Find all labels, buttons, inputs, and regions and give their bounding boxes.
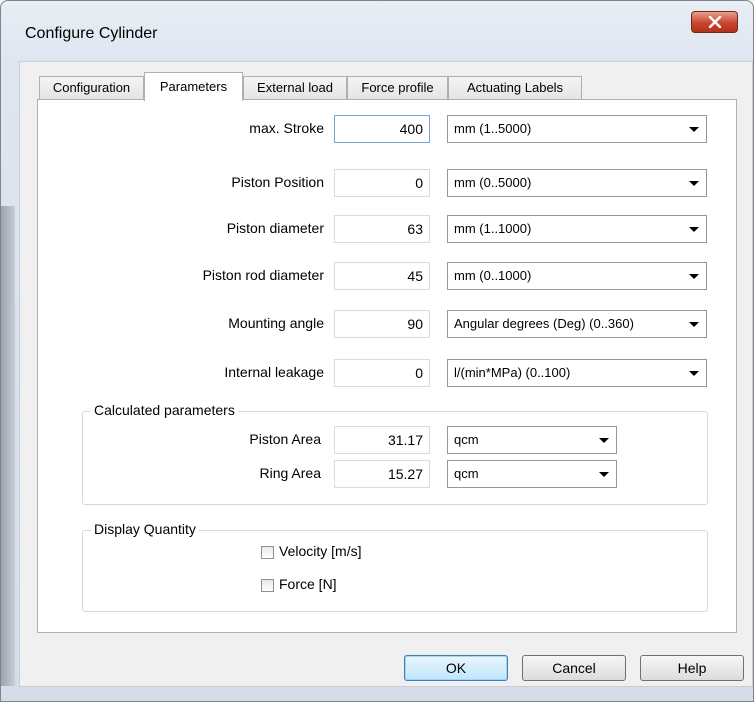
cancel-button[interactable]: Cancel bbox=[522, 655, 626, 681]
dialog-window: Configure Cylinder Configuration Paramet… bbox=[0, 0, 754, 702]
internal-leakage-label: Internal leakage bbox=[224, 364, 324, 380]
close-button[interactable] bbox=[691, 11, 738, 33]
calculated-parameters-title: Calculated parameters bbox=[91, 402, 238, 418]
piston-diameter-unit-select[interactable]: mm (1..1000) bbox=[447, 215, 707, 243]
force-label[interactable]: Force [N] bbox=[279, 576, 337, 592]
piston-position-label: Piston Position bbox=[231, 174, 324, 190]
ring-area-label: Ring Area bbox=[259, 465, 321, 481]
velocity-checkbox[interactable] bbox=[261, 546, 274, 559]
max-stroke-unit-value: mm (1..5000) bbox=[454, 121, 532, 136]
force-checkbox[interactable] bbox=[261, 579, 274, 592]
piston-area-unit-select[interactable]: qcm bbox=[447, 426, 617, 454]
tab-actuating-labels[interactable]: Actuating Labels bbox=[448, 76, 582, 100]
chevron-down-icon bbox=[599, 438, 609, 443]
mounting-angle-unit-value: Angular degrees (Deg) (0..360) bbox=[454, 316, 634, 331]
piston-rod-diameter-unit-value: mm (0..1000) bbox=[454, 268, 532, 283]
velocity-label[interactable]: Velocity [m/s] bbox=[279, 543, 361, 559]
tab-force-profile[interactable]: Force profile bbox=[347, 76, 448, 100]
tab-configuration[interactable]: Configuration bbox=[39, 76, 144, 100]
chevron-down-icon bbox=[689, 227, 699, 232]
display-quantity-group: Display Quantity Velocity [m/s] Force [N… bbox=[82, 521, 708, 612]
piston-area-unit-value: qcm bbox=[454, 432, 479, 447]
piston-area-value: 31.17 bbox=[334, 426, 430, 454]
max-stroke-label: max. Stroke bbox=[249, 120, 324, 136]
chevron-down-icon bbox=[599, 472, 609, 477]
parameters-panel: max. Stroke 400 mm (1..5000) Piston Posi… bbox=[37, 99, 737, 633]
ring-area-unit-value: qcm bbox=[454, 466, 479, 481]
chevron-down-icon bbox=[689, 371, 699, 376]
piston-rod-diameter-unit-select[interactable]: mm (0..1000) bbox=[447, 262, 707, 290]
piston-area-label: Piston Area bbox=[249, 431, 321, 447]
help-button[interactable]: Help bbox=[640, 655, 744, 681]
internal-leakage-unit-select[interactable]: l/(min*MPa) (0..100) bbox=[447, 359, 707, 387]
piston-position-unit-value: mm (0..5000) bbox=[454, 175, 532, 190]
ring-area-unit-select[interactable]: qcm bbox=[447, 460, 617, 488]
mounting-angle-input[interactable]: 90 bbox=[334, 310, 430, 338]
piston-position-unit-select[interactable]: mm (0..5000) bbox=[447, 169, 707, 197]
chevron-down-icon bbox=[689, 274, 699, 279]
piston-rod-diameter-input[interactable]: 45 bbox=[334, 262, 430, 290]
max-stroke-unit-select[interactable]: mm (1..5000) bbox=[447, 115, 707, 143]
max-stroke-input[interactable]: 400 bbox=[334, 115, 430, 143]
piston-diameter-unit-value: mm (1..1000) bbox=[454, 221, 532, 236]
chevron-down-icon bbox=[689, 322, 699, 327]
piston-diameter-input[interactable]: 63 bbox=[334, 215, 430, 243]
chevron-down-icon bbox=[689, 181, 699, 186]
window-frame-left bbox=[1, 206, 15, 686]
dialog-client-area: Configuration Parameters External load F… bbox=[19, 61, 753, 687]
piston-position-input[interactable]: 0 bbox=[334, 169, 430, 197]
mounting-angle-label: Mounting angle bbox=[228, 315, 324, 331]
piston-diameter-label: Piston diameter bbox=[226, 220, 324, 236]
chevron-down-icon bbox=[689, 127, 699, 132]
window-title: Configure Cylinder bbox=[25, 25, 158, 42]
tab-external-load[interactable]: External load bbox=[243, 76, 347, 100]
close-icon bbox=[708, 16, 721, 28]
ring-area-value: 15.27 bbox=[334, 460, 430, 488]
mounting-angle-unit-select[interactable]: Angular degrees (Deg) (0..360) bbox=[447, 310, 707, 338]
calculated-parameters-group: Calculated parameters Piston Area 31.17 … bbox=[82, 402, 708, 505]
ok-button[interactable]: OK bbox=[404, 655, 508, 681]
title-bar[interactable]: Configure Cylinder bbox=[1, 1, 753, 61]
tab-parameters[interactable]: Parameters bbox=[144, 72, 243, 101]
internal-leakage-input[interactable]: 0 bbox=[334, 359, 430, 387]
internal-leakage-unit-value: l/(min*MPa) (0..100) bbox=[454, 365, 571, 380]
piston-rod-diameter-label: Piston rod diameter bbox=[202, 267, 324, 283]
display-quantity-title: Display Quantity bbox=[91, 521, 199, 537]
